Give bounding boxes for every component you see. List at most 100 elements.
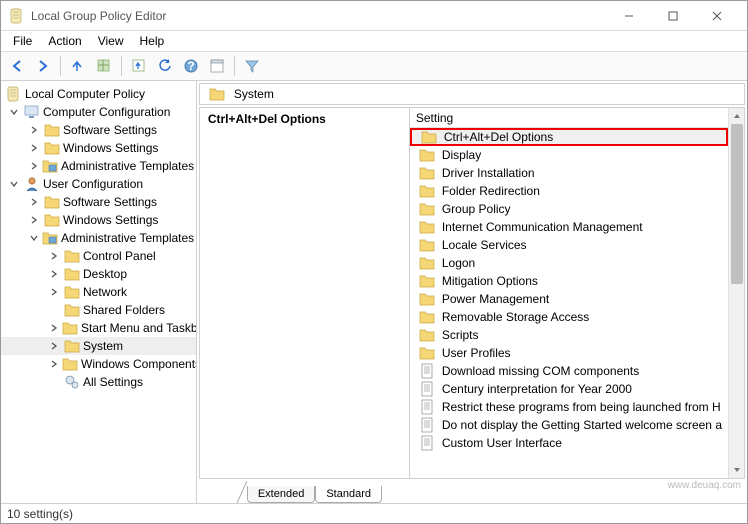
list-item-label: Logon	[442, 256, 475, 270]
list-column-header[interactable]: Setting	[410, 108, 728, 128]
forward-button[interactable]	[31, 54, 55, 78]
list-item[interactable]: Restrict these programs from being launc…	[410, 398, 728, 416]
tree-label: Computer Configuration	[43, 105, 170, 119]
chevron-right-icon[interactable]	[49, 358, 59, 370]
list-item[interactable]: Do not display the Getting Started welco…	[410, 416, 728, 434]
scroll-up-button[interactable]	[729, 108, 744, 124]
menu-view[interactable]: View	[90, 32, 132, 50]
chevron-right-icon[interactable]	[29, 196, 41, 208]
list-item-label: Century interpretation for Year 2000	[442, 382, 632, 396]
chevron-down-icon[interactable]	[29, 232, 39, 244]
list-item[interactable]: Locale Services	[410, 236, 728, 254]
list-item-label: Mitigation Options	[442, 274, 538, 288]
tree-shared-folders[interactable]: Shared Folders	[1, 301, 196, 319]
scroll-down-button[interactable]	[729, 462, 744, 478]
folder-icon	[64, 248, 80, 264]
watermark: www.deuaq.com	[668, 480, 741, 491]
filter-button[interactable]	[240, 54, 264, 78]
tree-uc-windows[interactable]: Windows Settings	[1, 211, 196, 229]
policy-icon	[419, 363, 435, 379]
chevron-right-icon[interactable]	[49, 268, 61, 280]
chevron-right-icon[interactable]	[29, 214, 41, 226]
chevron-down-icon[interactable]	[9, 178, 21, 190]
close-button[interactable]	[695, 2, 739, 30]
list-item[interactable]: Display	[410, 146, 728, 164]
tree-computer-config[interactable]: Computer Configuration	[1, 103, 196, 121]
tree-label: Local Computer Policy	[25, 87, 145, 101]
list-item[interactable]: Custom User Interface	[410, 434, 728, 452]
minimize-button[interactable]	[607, 2, 651, 30]
tree-system[interactable]: System	[1, 337, 196, 355]
properties-button[interactable]	[205, 54, 229, 78]
tree-root[interactable]: Local Computer Policy	[1, 85, 196, 103]
chevron-down-icon[interactable]	[9, 106, 21, 118]
chevron-right-icon[interactable]	[29, 160, 39, 172]
toolbar	[1, 51, 747, 81]
menu-help[interactable]: Help	[132, 32, 173, 50]
chevron-right-icon[interactable]	[49, 286, 61, 298]
tree-label: Administrative Templates	[61, 159, 194, 173]
list-item-label: Restrict these programs from being launc…	[442, 400, 721, 414]
list-item[interactable]: Removable Storage Access	[410, 308, 728, 326]
tree-user-config[interactable]: User Configuration	[1, 175, 196, 193]
up-button[interactable]	[66, 54, 90, 78]
settings-list[interactable]: Setting Ctrl+Alt+Del Options Display Drive…	[410, 108, 728, 478]
tree-cc-admin[interactable]: Administrative Templates	[1, 157, 196, 175]
export-button[interactable]	[127, 54, 151, 78]
help-button[interactable]	[179, 54, 203, 78]
folder-icon	[419, 183, 435, 199]
list-item[interactable]: Download missing COM components	[410, 362, 728, 380]
folder-icon	[44, 122, 60, 138]
gears-icon	[64, 374, 80, 390]
list-item[interactable]: Scripts	[410, 326, 728, 344]
chevron-right-icon[interactable]	[49, 250, 61, 262]
list-item[interactable]: Group Policy	[410, 200, 728, 218]
show-hide-tree-button[interactable]	[92, 54, 116, 78]
scroll-thumb[interactable]	[731, 124, 743, 284]
folder-icon	[64, 338, 80, 354]
list-item[interactable]: Ctrl+Alt+Del Options	[410, 128, 728, 146]
list-item[interactable]: Internet Communication Management	[410, 218, 728, 236]
tree-cc-windows[interactable]: Windows Settings	[1, 139, 196, 157]
tree-cc-software[interactable]: Software Settings	[1, 121, 196, 139]
folder-icon	[44, 212, 60, 228]
refresh-button[interactable]	[153, 54, 177, 78]
console-tree[interactable]: Local Computer Policy Computer Configura…	[1, 81, 197, 503]
vertical-scrollbar[interactable]	[728, 108, 744, 478]
list-item[interactable]: Power Management	[410, 290, 728, 308]
list-item[interactable]: Mitigation Options	[410, 272, 728, 290]
list-item[interactable]: Folder Redirection	[410, 182, 728, 200]
chevron-right-icon[interactable]	[29, 142, 41, 154]
chevron-right-icon[interactable]	[49, 340, 61, 352]
folder-icon	[419, 309, 435, 325]
list-item-label: Display	[442, 148, 481, 162]
tree-uc-software[interactable]: Software Settings	[1, 193, 196, 211]
tab-extended[interactable]: Extended	[247, 486, 315, 503]
maximize-button[interactable]	[651, 2, 695, 30]
list-item[interactable]: Driver Installation	[410, 164, 728, 182]
list-item[interactable]: User Profiles	[410, 344, 728, 362]
chevron-right-icon[interactable]	[49, 322, 59, 334]
tree-all-settings[interactable]: All Settings	[1, 373, 196, 391]
content-header-title: System	[234, 87, 274, 101]
tree-desktop[interactable]: Desktop	[1, 265, 196, 283]
menu-action[interactable]: Action	[40, 32, 89, 50]
tab-standard[interactable]: Standard	[315, 486, 382, 503]
tree-label: Start Menu and Taskbar	[81, 321, 197, 335]
back-button[interactable]	[5, 54, 29, 78]
tree-uc-admin[interactable]: Administrative Templates	[1, 229, 196, 247]
policy-icon	[419, 435, 435, 451]
list-item[interactable]: Century interpretation for Year 2000	[410, 380, 728, 398]
tree-start-menu[interactable]: Start Menu and Taskbar	[1, 319, 196, 337]
tree-control-panel[interactable]: Control Panel	[1, 247, 196, 265]
chevron-right-icon[interactable]	[29, 124, 41, 136]
tree-network[interactable]: Network	[1, 283, 196, 301]
status-bar: 10 setting(s)	[1, 503, 747, 523]
list-item[interactable]: Logon	[410, 254, 728, 272]
folder-icon	[44, 194, 60, 210]
app-icon	[9, 8, 25, 24]
menu-file[interactable]: File	[5, 32, 40, 50]
folder-icon	[419, 219, 435, 235]
tab-strip: Extended Standard	[197, 481, 747, 503]
tree-windows-components[interactable]: Windows Components	[1, 355, 196, 373]
